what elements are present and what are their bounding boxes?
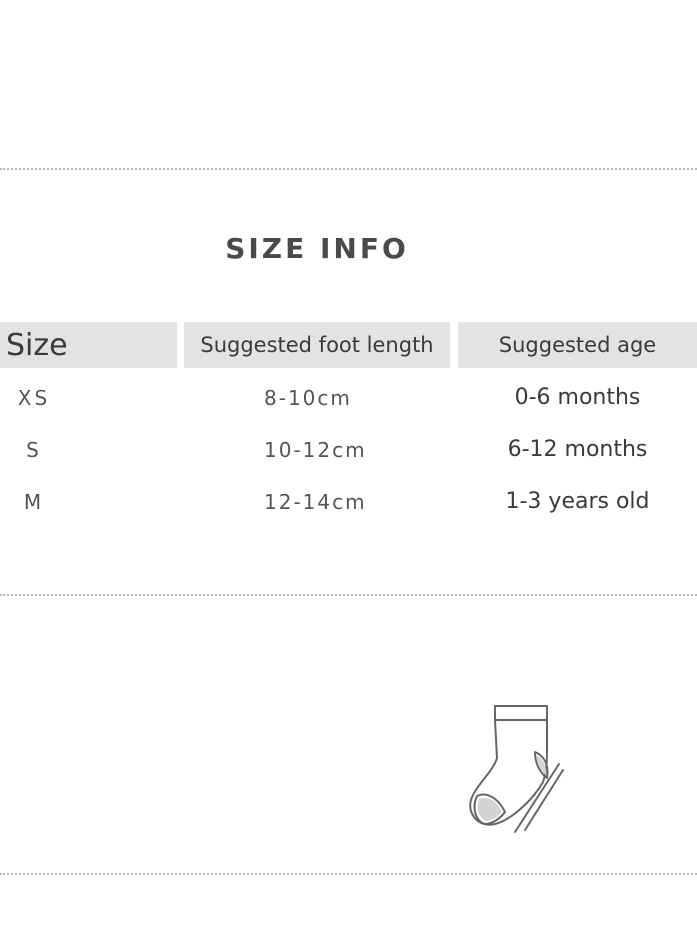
size-cell: XS <box>17 386 51 410</box>
top-divider <box>0 168 697 170</box>
age-cell: 6-12 months <box>507 437 648 462</box>
middle-divider <box>0 594 697 596</box>
table-row: M 12-14cm 1-3 years old <box>0 486 697 518</box>
table-row: XS 8-10cm 0-6 months <box>0 382 697 414</box>
size-cell: S <box>26 438 42 462</box>
table-row: S 10-12cm 6-12 months <box>0 434 697 466</box>
header-age: Suggested age <box>458 322 697 368</box>
size-cell: M <box>23 490 45 514</box>
bottom-divider <box>0 873 697 875</box>
sock-icon <box>469 705 564 833</box>
age-cell: 0-6 months <box>514 385 641 410</box>
page-title: SIZE INFO <box>225 232 409 265</box>
header-foot-length: Suggested foot length <box>184 322 450 368</box>
age-cell: 1-3 years old <box>505 489 650 514</box>
header-size: Size <box>0 322 177 368</box>
